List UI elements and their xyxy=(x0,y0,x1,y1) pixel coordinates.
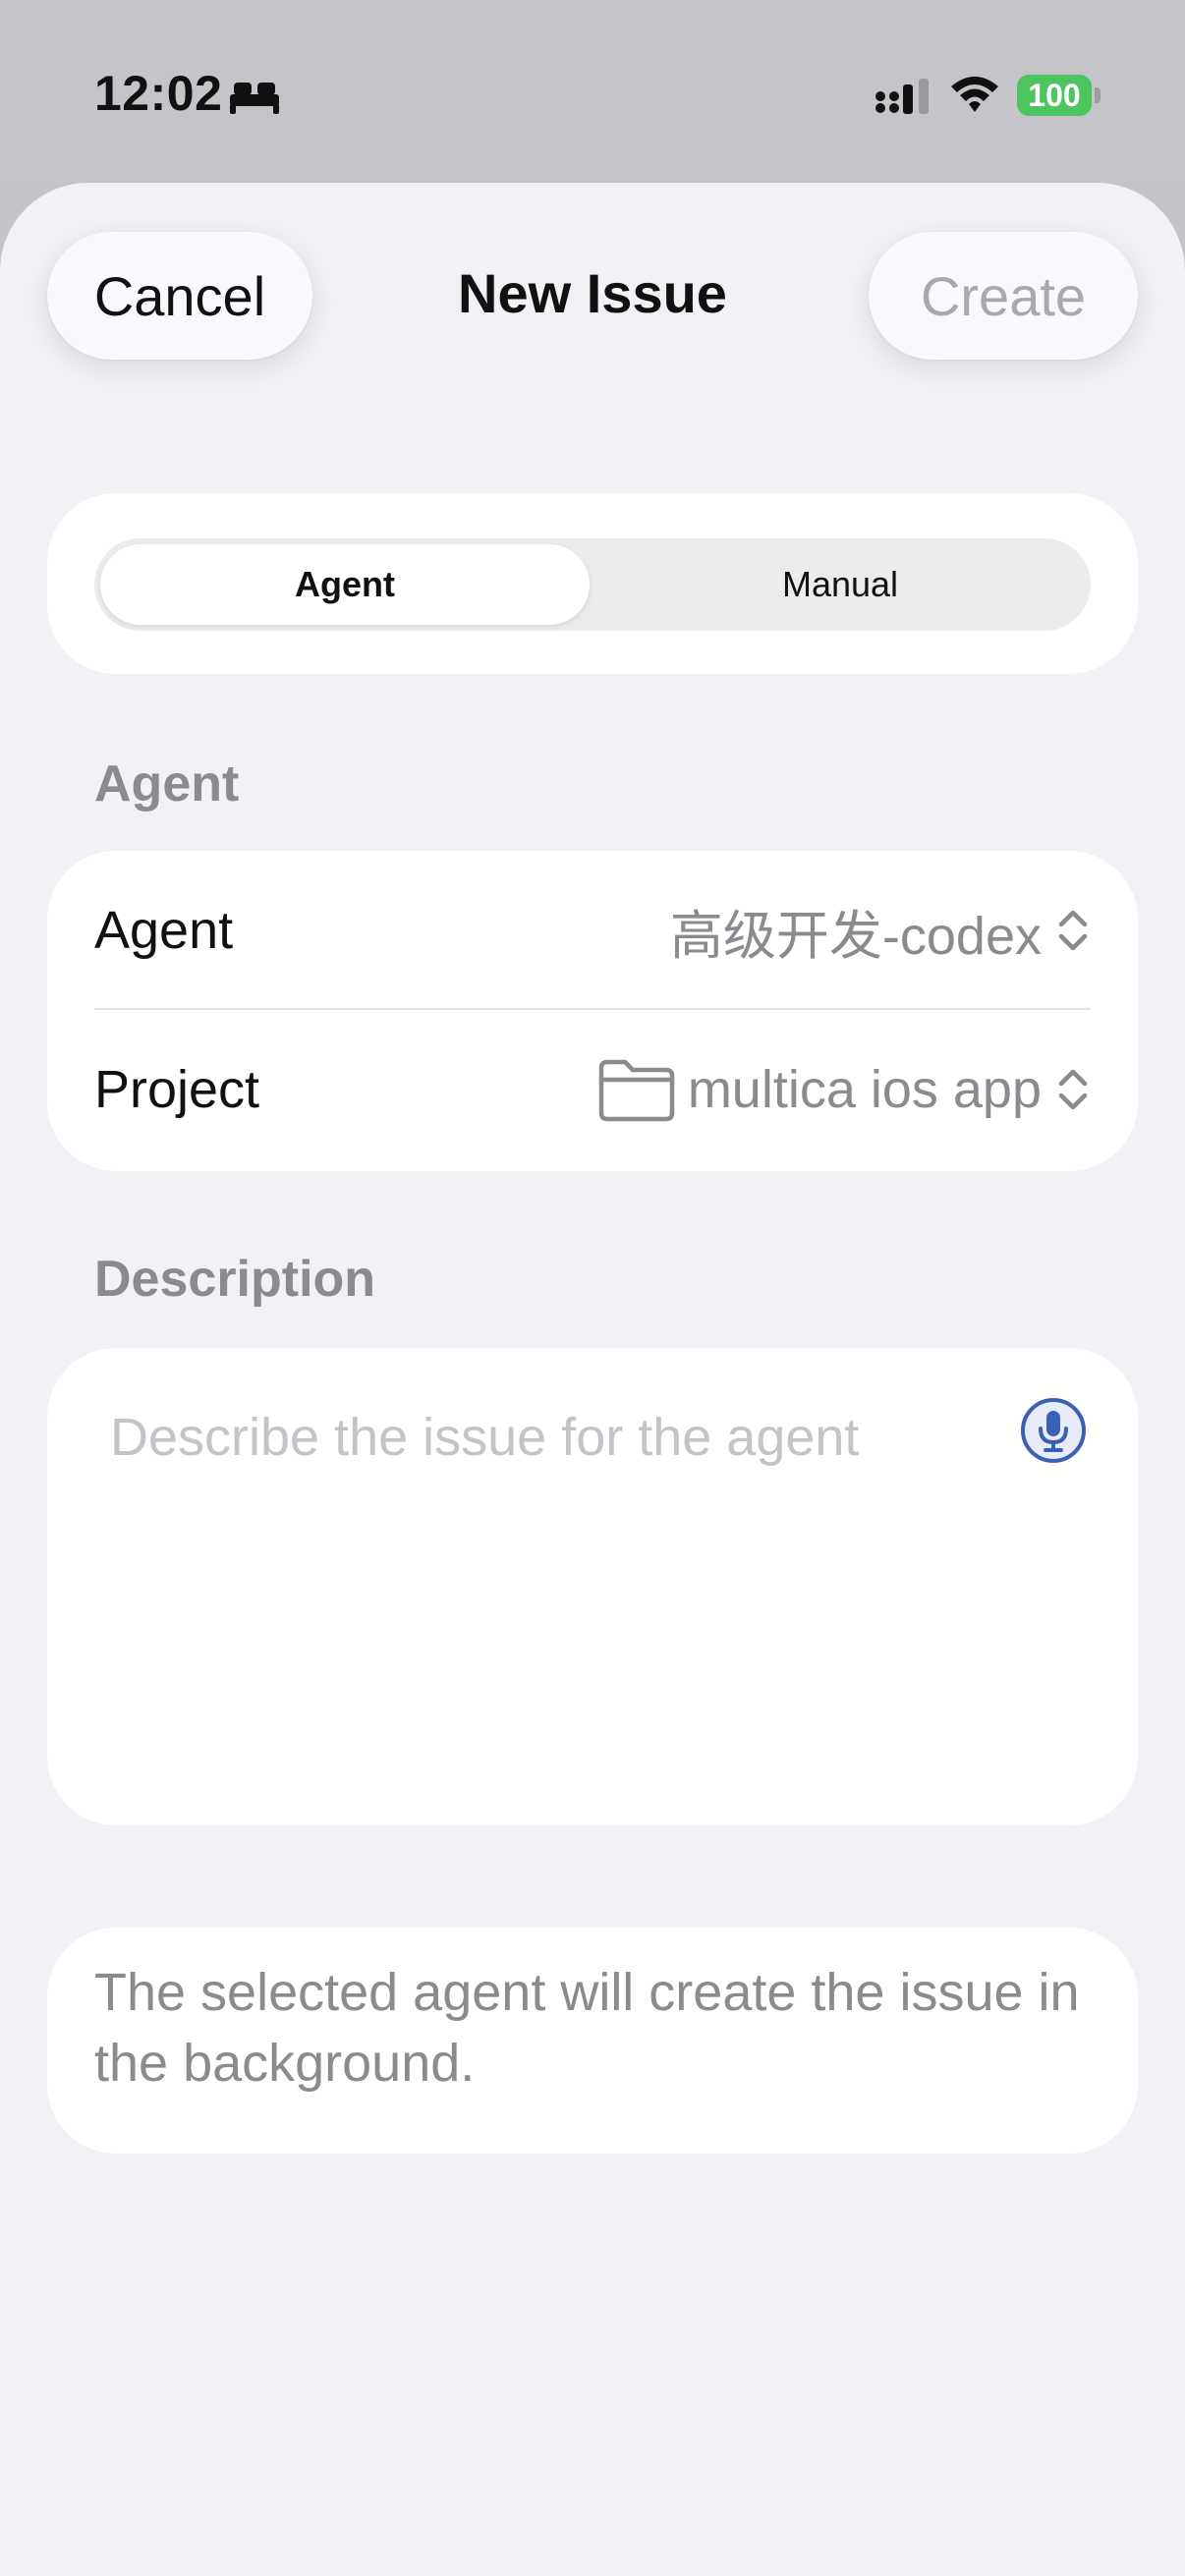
battery-tip xyxy=(1095,87,1100,103)
wifi-icon xyxy=(951,77,998,112)
info-card: The selected agent will create the issue… xyxy=(47,1928,1138,2154)
agent-row-label: Agent xyxy=(94,901,234,960)
agent-section-header: Agent xyxy=(94,756,240,812)
battery-indicator: 100 xyxy=(1017,75,1100,116)
agent-picker-row[interactable]: Agent 高级开发-codex xyxy=(47,851,1138,1010)
agent-row-value: 高级开发-codex xyxy=(670,892,1042,970)
description-section-header: Description xyxy=(94,1251,376,1308)
folder-icon xyxy=(598,1059,675,1122)
project-row-value: multica ios app xyxy=(595,1056,1042,1123)
cellular-signal-icon xyxy=(875,79,929,114)
mode-segmented-control: Agent Manual xyxy=(94,538,1091,631)
chevron-up-down-icon xyxy=(1058,1069,1088,1110)
info-text: The selected agent will create the issue… xyxy=(94,1963,1080,2093)
project-picker-row[interactable]: Project multica ios app xyxy=(47,1010,1138,1169)
bed-icon xyxy=(230,83,279,114)
new-issue-sheet: Cancel New Issue Create Agent Manual Age… xyxy=(0,183,1185,2576)
mode-card: Agent Manual xyxy=(47,493,1138,674)
chevron-up-down-icon xyxy=(1058,910,1088,951)
description-placeholder: Describe the issue for the agent xyxy=(110,1408,860,1467)
agent-settings-card: Agent 高级开发-codex Project multica ios app xyxy=(47,851,1138,1171)
status-time: 12:02 xyxy=(94,66,223,121)
project-row-label: Project xyxy=(94,1060,260,1119)
segment-manual[interactable]: Manual xyxy=(595,544,1085,625)
create-button[interactable]: Create xyxy=(869,232,1138,360)
status-bar: 12:02 100 xyxy=(0,0,1185,183)
segment-agent[interactable]: Agent xyxy=(100,544,590,625)
microphone-icon[interactable] xyxy=(1020,1397,1087,1464)
project-value-text: multica ios app xyxy=(687,1060,1042,1119)
battery-level: 100 xyxy=(1017,75,1092,116)
description-input[interactable]: Describe the issue for the agent xyxy=(47,1348,1138,1825)
agent-value-text: 高级开发-codex xyxy=(669,906,1042,966)
